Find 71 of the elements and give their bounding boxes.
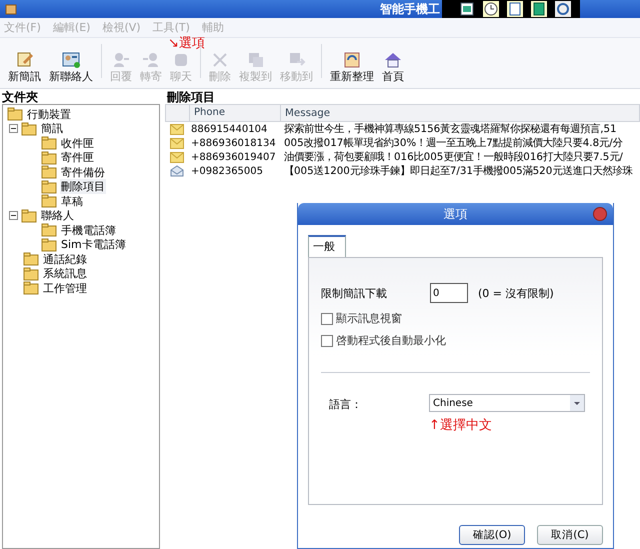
- table-cell-text: 005改撥017帳單現省約30%！週一至五晚上7點提前減價大陸只要4.8元/分: [283, 136, 624, 150]
- toolbar-button[interactable]: 新簡訊: [4, 50, 45, 84]
- spreadsheet-icon[interactable]: [530, 0, 548, 18]
- hint-text: (0 = 沒有限制): [478, 286, 554, 300]
- checkbox-label: 啓動程式後自動最小化: [336, 333, 446, 348]
- dialog-button[interactable]: 取消(C): [537, 525, 603, 545]
- folder-icon: [41, 164, 57, 180]
- refresh-icon: [342, 50, 362, 70]
- folder-icon: [41, 193, 57, 210]
- toolbar-button[interactable]: 重新整理: [326, 50, 378, 84]
- table-cell-text: +0982365005: [190, 166, 264, 176]
- table-cell-text: 【005送1200元珍珠手鍊】即日起至7/31手機撥005滿520元送進口天然珍珠: [283, 164, 634, 178]
- panel-title: 刪除項目: [166, 89, 216, 104]
- tree-item[interactable]: 行動裝置: [26, 106, 72, 122]
- checkbox[interactable]: [321, 312, 333, 324]
- annotation-text: ↑選擇中文: [429, 417, 493, 434]
- folder-icon: [23, 266, 39, 282]
- table-cell-text: +886936018134: [190, 138, 277, 148]
- folder-icon: [41, 178, 57, 195]
- contact-card-icon: [61, 50, 81, 70]
- document-icon[interactable]: [506, 0, 524, 18]
- tree-item[interactable]: 刪除項目: [60, 179, 106, 194]
- tab[interactable]: 一般: [308, 235, 346, 257]
- tree-item[interactable]: 寄件備份: [60, 164, 106, 180]
- folder-icon: [41, 236, 57, 253]
- tree-item[interactable]: 收件匣: [60, 136, 95, 151]
- annotation-text: ↘選項: [168, 38, 205, 50]
- toolbar-button[interactable]: 新聯絡人: [45, 50, 97, 84]
- folder-icon: [41, 135, 57, 152]
- column-header[interactable]: Message: [281, 105, 640, 121]
- tree-item[interactable]: 系統訊息: [42, 266, 88, 282]
- field-label: 限制簡訊下載: [321, 286, 388, 300]
- tree-item[interactable]: Sim卡電話簿: [60, 237, 127, 252]
- collapse-icon[interactable]: [9, 211, 18, 220]
- dialog-button[interactable]: 確認(O): [459, 525, 525, 545]
- folder-icon: [23, 251, 39, 268]
- person-arrow-icon: [111, 50, 131, 70]
- folder-icon: [23, 280, 39, 296]
- clock-icon[interactable]: [482, 0, 500, 18]
- field-label: 語言：: [328, 397, 363, 413]
- folder-icon: [41, 150, 57, 166]
- table-cell-text: 探索前世今生，手機神算專線5156黃玄靈魂塔羅幫你探秘還有每週預言,51: [283, 122, 618, 136]
- tree-item[interactable]: 聯絡人: [40, 208, 75, 224]
- folder-icon: [41, 222, 57, 238]
- tree-item[interactable]: 寄件匣: [60, 150, 95, 166]
- checkbox[interactable]: [321, 334, 333, 346]
- tree-item[interactable]: 通話紀錄: [42, 252, 88, 267]
- tree-item[interactable]: 手機電話簿: [60, 222, 117, 238]
- table-cell-text: 886915440104: [190, 124, 268, 134]
- tree-item[interactable]: 簡訊: [40, 121, 64, 136]
- tree-item[interactable]: 工作管理: [42, 280, 88, 296]
- table-cell-text: +886936019407: [190, 152, 277, 162]
- tree-item[interactable]: 草稿: [60, 194, 84, 209]
- panel-title: 文件夾: [1, 89, 39, 104]
- folder-icon: [7, 106, 23, 122]
- person-arrow-icon: [141, 50, 161, 70]
- dialog-title: 選項: [444, 206, 468, 222]
- toolbar-button[interactable]: 首頁: [378, 50, 408, 84]
- window-icon[interactable]: [458, 0, 476, 18]
- table-cell-text: 油價要漲，荷包要顧哦！016比005更便宜！一般時段016打大陸只要7.5元/: [283, 150, 624, 164]
- collapse-icon[interactable]: [9, 124, 18, 134]
- app-icon: [4, 2, 18, 16]
- close-icon[interactable]: [593, 207, 607, 221]
- number-field[interactable]: 0: [430, 283, 468, 303]
- home-icon: [383, 50, 403, 70]
- column-header[interactable]: Phone: [190, 105, 281, 121]
- window-title: 智能手機工: [380, 0, 440, 18]
- language-dropdown[interactable]: Chinese: [429, 394, 585, 412]
- checkbox-label: 顯示訊息視窗: [336, 311, 402, 326]
- folder-icon: [21, 208, 37, 224]
- folder-icon: [21, 120, 37, 137]
